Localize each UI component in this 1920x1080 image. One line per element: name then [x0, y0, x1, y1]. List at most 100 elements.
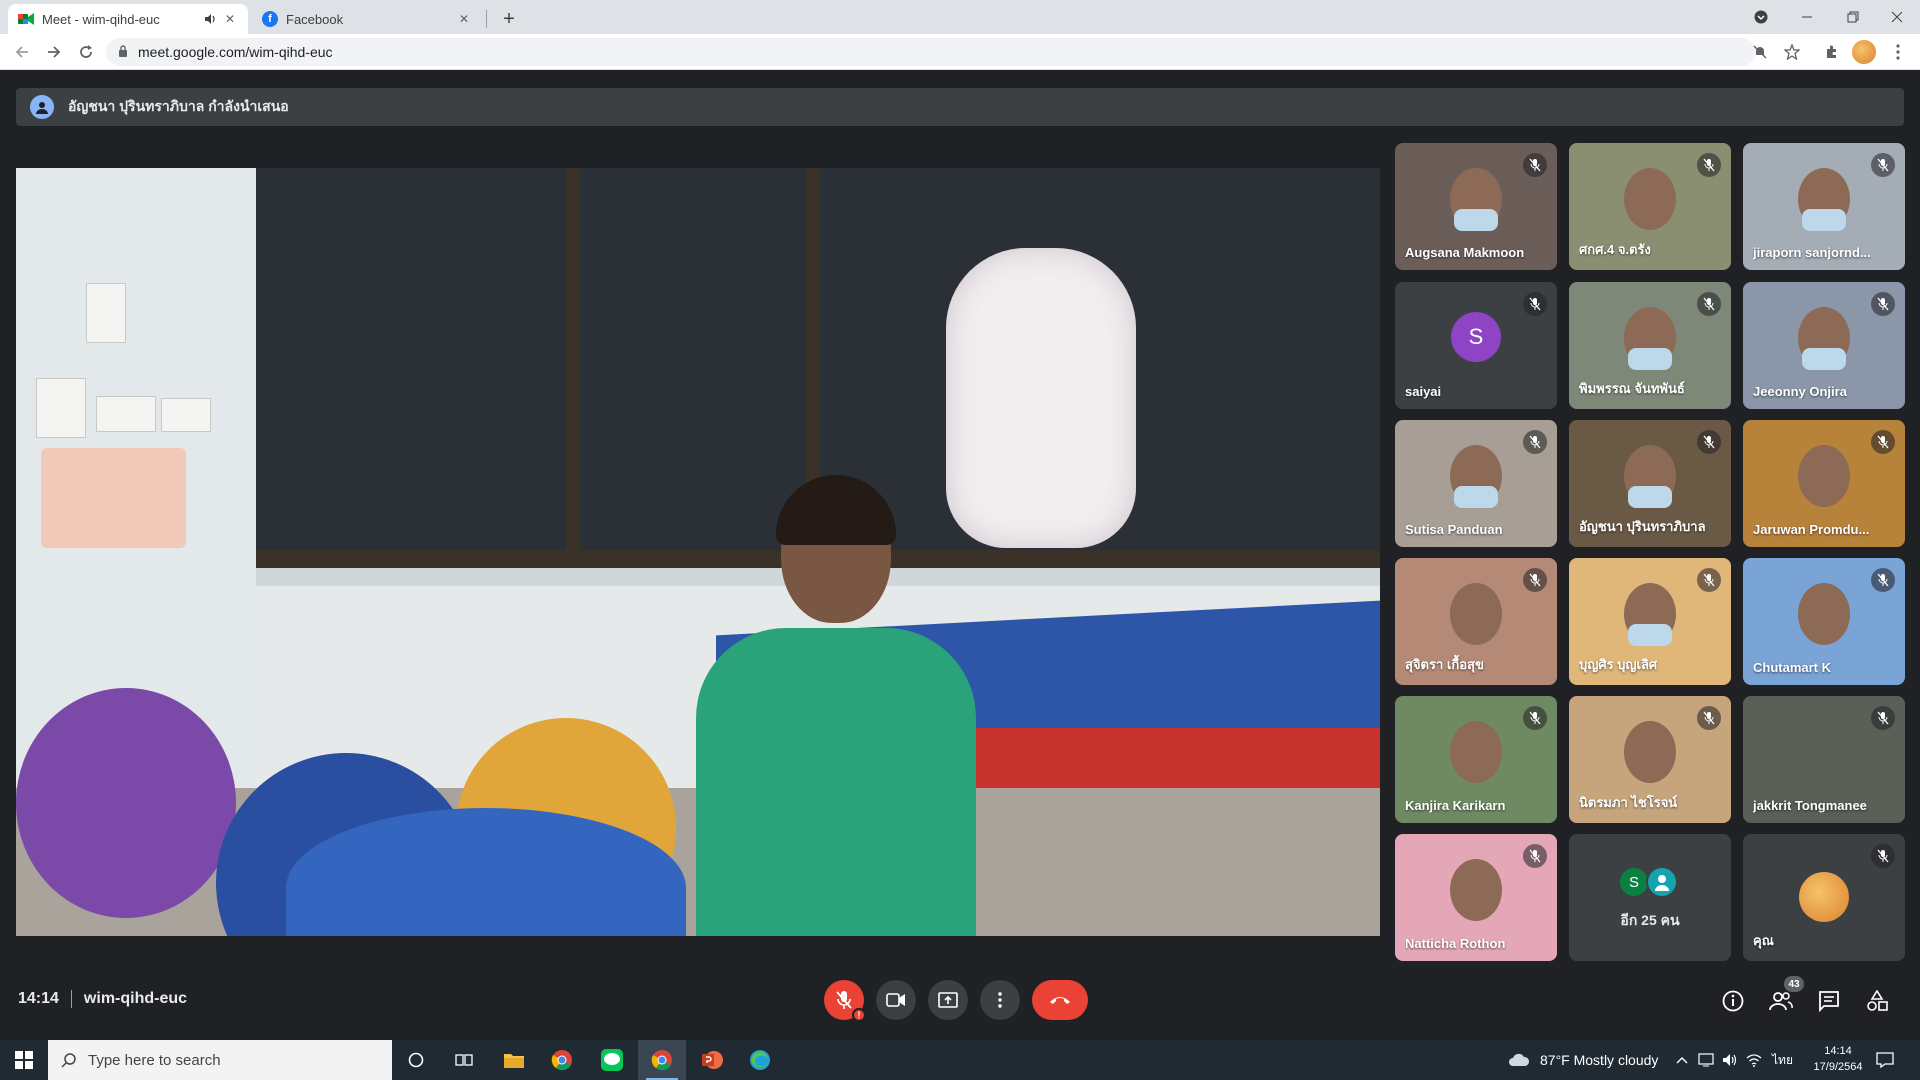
participant-tile[interactable]: Jeeonny Onjira [1743, 282, 1905, 409]
participant-tile[interactable]: Augsana Makmoon [1395, 143, 1557, 270]
bookmark-star-icon[interactable] [1780, 40, 1804, 64]
participant-tile[interactable]: S saiyai [1395, 282, 1557, 409]
more-participants-label: อีก 25 คน [1620, 912, 1680, 928]
participant-tile[interactable]: สุจิตรา เกื้อสุข [1395, 558, 1557, 685]
url-text[interactable]: meet.google.com/wim-qihd-euc [138, 44, 333, 60]
wall-poster [41, 448, 186, 548]
new-tab-button[interactable]: + [496, 6, 522, 32]
language-indicator[interactable]: ไทย [1772, 1040, 1793, 1080]
presenter-person [676, 475, 976, 936]
cloud-icon [1509, 1053, 1530, 1066]
participant-tile[interactable]: Sutisa Panduan [1395, 420, 1557, 547]
presentation-video[interactable] [16, 168, 1380, 936]
reload-icon[interactable] [74, 40, 98, 64]
speaker-icon[interactable] [202, 11, 218, 27]
taskbar-search-input[interactable]: Type here to search [48, 1040, 392, 1080]
mic-off-icon [1871, 568, 1895, 592]
search-icon [60, 1051, 78, 1069]
chat-icon[interactable] [1814, 986, 1844, 1016]
participant-name: jakkrit Tongmanee [1753, 798, 1867, 813]
mic-off-icon [1697, 153, 1721, 177]
participant-tile[interactable]: พิมพรรณ จันทพันธ์ [1569, 282, 1731, 409]
activities-icon[interactable] [1862, 986, 1892, 1016]
minimize-icon[interactable] [1784, 0, 1830, 34]
participant-tile[interactable]: jakkrit Tongmanee [1743, 696, 1905, 823]
more-participants-tile[interactable]: S อีก 25 คน [1569, 834, 1731, 961]
participant-name: Kanjira Karikarn [1405, 798, 1506, 813]
windows-start-icon[interactable] [0, 1040, 48, 1080]
microphone-button[interactable]: ! [824, 980, 866, 1022]
forward-icon[interactable] [42, 40, 66, 64]
present-screen-button[interactable] [928, 980, 968, 1020]
leave-call-button[interactable] [1032, 980, 1088, 1020]
mic-off-icon [1871, 153, 1895, 177]
notifications-blocked-icon[interactable] [1748, 40, 1772, 64]
extensions-icon[interactable] [1820, 40, 1844, 64]
people-icon[interactable]: 43 [1766, 976, 1804, 1016]
mic-off-icon [1523, 430, 1547, 454]
cortana-icon[interactable] [392, 1040, 440, 1080]
camera-button[interactable] [876, 980, 916, 1020]
powerpoint-icon[interactable] [688, 1040, 736, 1080]
participant-tile[interactable]: Chutamart K [1743, 558, 1905, 685]
mic-off-icon [1871, 706, 1895, 730]
participant-name: Sutisa Panduan [1405, 522, 1503, 537]
volume-icon[interactable] [1722, 1040, 1738, 1080]
mic-off-icon [1697, 568, 1721, 592]
tab-meet[interactable]: Meet - wim-qihd-euc ✕ [8, 4, 248, 34]
participant-tile[interactable]: นิตรมภา ไชโรจน์ [1569, 696, 1731, 823]
close-icon[interactable]: ✕ [222, 11, 238, 27]
mic-off-icon [1697, 706, 1721, 730]
tab-facebook[interactable]: f Facebook ✕ [252, 4, 482, 34]
more-options-button[interactable] [980, 980, 1020, 1020]
profile-avatar[interactable] [1852, 40, 1876, 64]
self-avatar [1799, 872, 1849, 922]
participant-tile[interactable]: jiraporn sanjornd... [1743, 143, 1905, 270]
meeting-info-icon[interactable] [1718, 986, 1748, 1016]
edge-icon[interactable] [736, 1040, 784, 1080]
taskbar-clock[interactable]: 14:14 17/9/2564 [1808, 1043, 1868, 1075]
participant-tile[interactable]: Jaruwan Promdu... [1743, 420, 1905, 547]
weather-text: 87°F Mostly cloudy [1540, 1052, 1659, 1068]
wifi-icon[interactable] [1746, 1040, 1762, 1080]
menu-dots-icon[interactable] [1886, 40, 1910, 64]
meeting-code[interactable]: wim-qihd-euc [84, 990, 187, 1008]
participant-name: บุญศิร บุญเลิศ [1579, 657, 1658, 672]
presenter-avatar [30, 95, 54, 119]
participant-name: jiraporn sanjornd... [1753, 245, 1871, 260]
mic-off-icon [1523, 153, 1547, 177]
participant-name: นิตรมภา ไชโรจน์ [1579, 795, 1678, 810]
file-explorer-icon[interactable] [490, 1040, 538, 1080]
participant-tile[interactable]: Kanjira Karikarn [1395, 696, 1557, 823]
warning-icon: ! [852, 1008, 866, 1022]
lock-icon[interactable] [118, 44, 128, 60]
task-view-icon[interactable] [440, 1040, 488, 1080]
participant-name: saiyai [1405, 384, 1442, 399]
tray-chevron-icon[interactable] [1676, 1040, 1688, 1080]
more-participants-avatars: S [1618, 866, 1678, 898]
mic-off-icon [1523, 292, 1547, 316]
meeting-details: 14:14 wim-qihd-euc [18, 990, 187, 1008]
clock-date: 17/9/2564 [1813, 1061, 1863, 1073]
participant-tile[interactable]: บุญศิร บุญเลิศ [1569, 558, 1731, 685]
chrome-icon[interactable] [638, 1040, 686, 1080]
close-icon[interactable]: ✕ [456, 11, 472, 27]
close-window-icon[interactable] [1874, 0, 1920, 34]
line-app-icon[interactable] [588, 1040, 636, 1080]
mic-off-icon [1871, 430, 1895, 454]
address-bar[interactable]: meet.google.com/wim-qihd-euc [106, 38, 1756, 66]
tab-search-icon[interactable] [1738, 0, 1784, 34]
participant-tile[interactable]: Natticha Rothon [1395, 834, 1557, 961]
participant-name: Jaruwan Promdu... [1753, 522, 1870, 537]
restore-icon[interactable] [1830, 0, 1876, 34]
action-center-icon[interactable] [1876, 1040, 1894, 1080]
network-status-icon[interactable] [1698, 1040, 1714, 1080]
weather-widget[interactable]: 87°F Mostly cloudy [1508, 1040, 1658, 1080]
back-icon[interactable] [10, 40, 34, 64]
self-tile[interactable]: คุณ [1743, 834, 1905, 961]
mic-off-icon [1871, 844, 1895, 868]
avatar: S [1451, 311, 1501, 362]
chrome-icon[interactable] [538, 1040, 586, 1080]
participant-tile[interactable]: ศกศ.4 จ.ตรัง [1569, 143, 1731, 270]
participant-tile[interactable]: อัญชนา ปุรินทราภิบาล [1569, 420, 1731, 547]
